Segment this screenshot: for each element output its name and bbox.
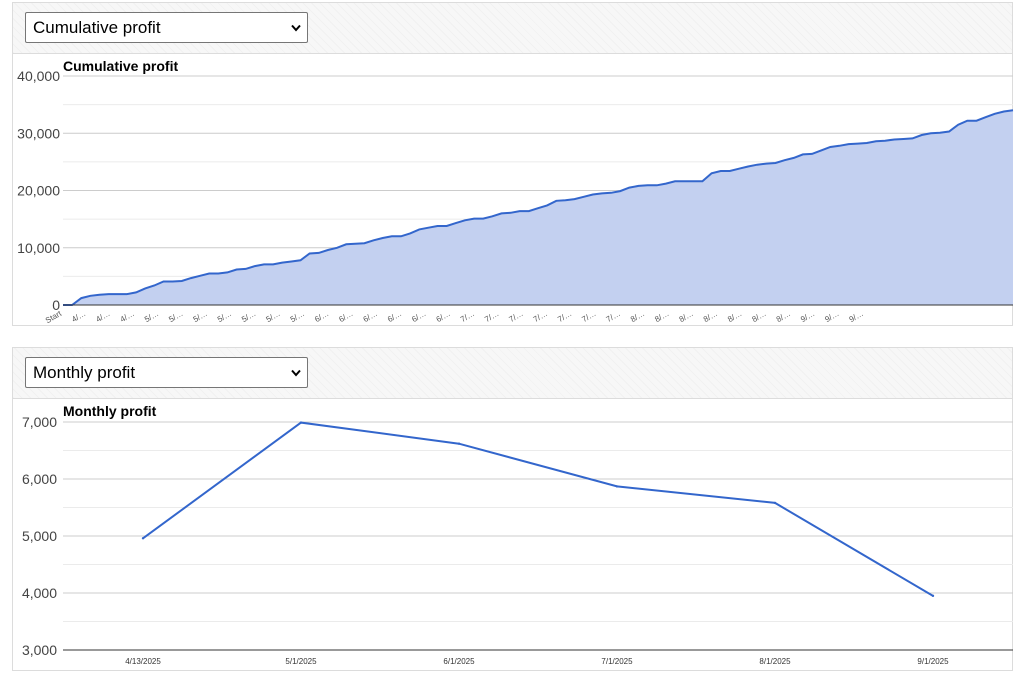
cumulative-profit-panel: Cumulative profit [12,2,1013,326]
chart-selector-bar: Monthly profit [13,348,1012,399]
chart-selector-bar: Cumulative profit [13,3,1012,54]
monthly-profit-panel: Monthly profit [12,347,1013,671]
chevron-down-icon [291,24,301,32]
chevron-down-icon [291,369,301,377]
chart-type-select[interactable]: Monthly profit [25,357,308,388]
chart-type-select-value: Cumulative profit [33,18,161,37]
chart-type-select-value: Monthly profit [33,363,136,382]
chart-type-select[interactable]: Cumulative profit [25,12,308,43]
